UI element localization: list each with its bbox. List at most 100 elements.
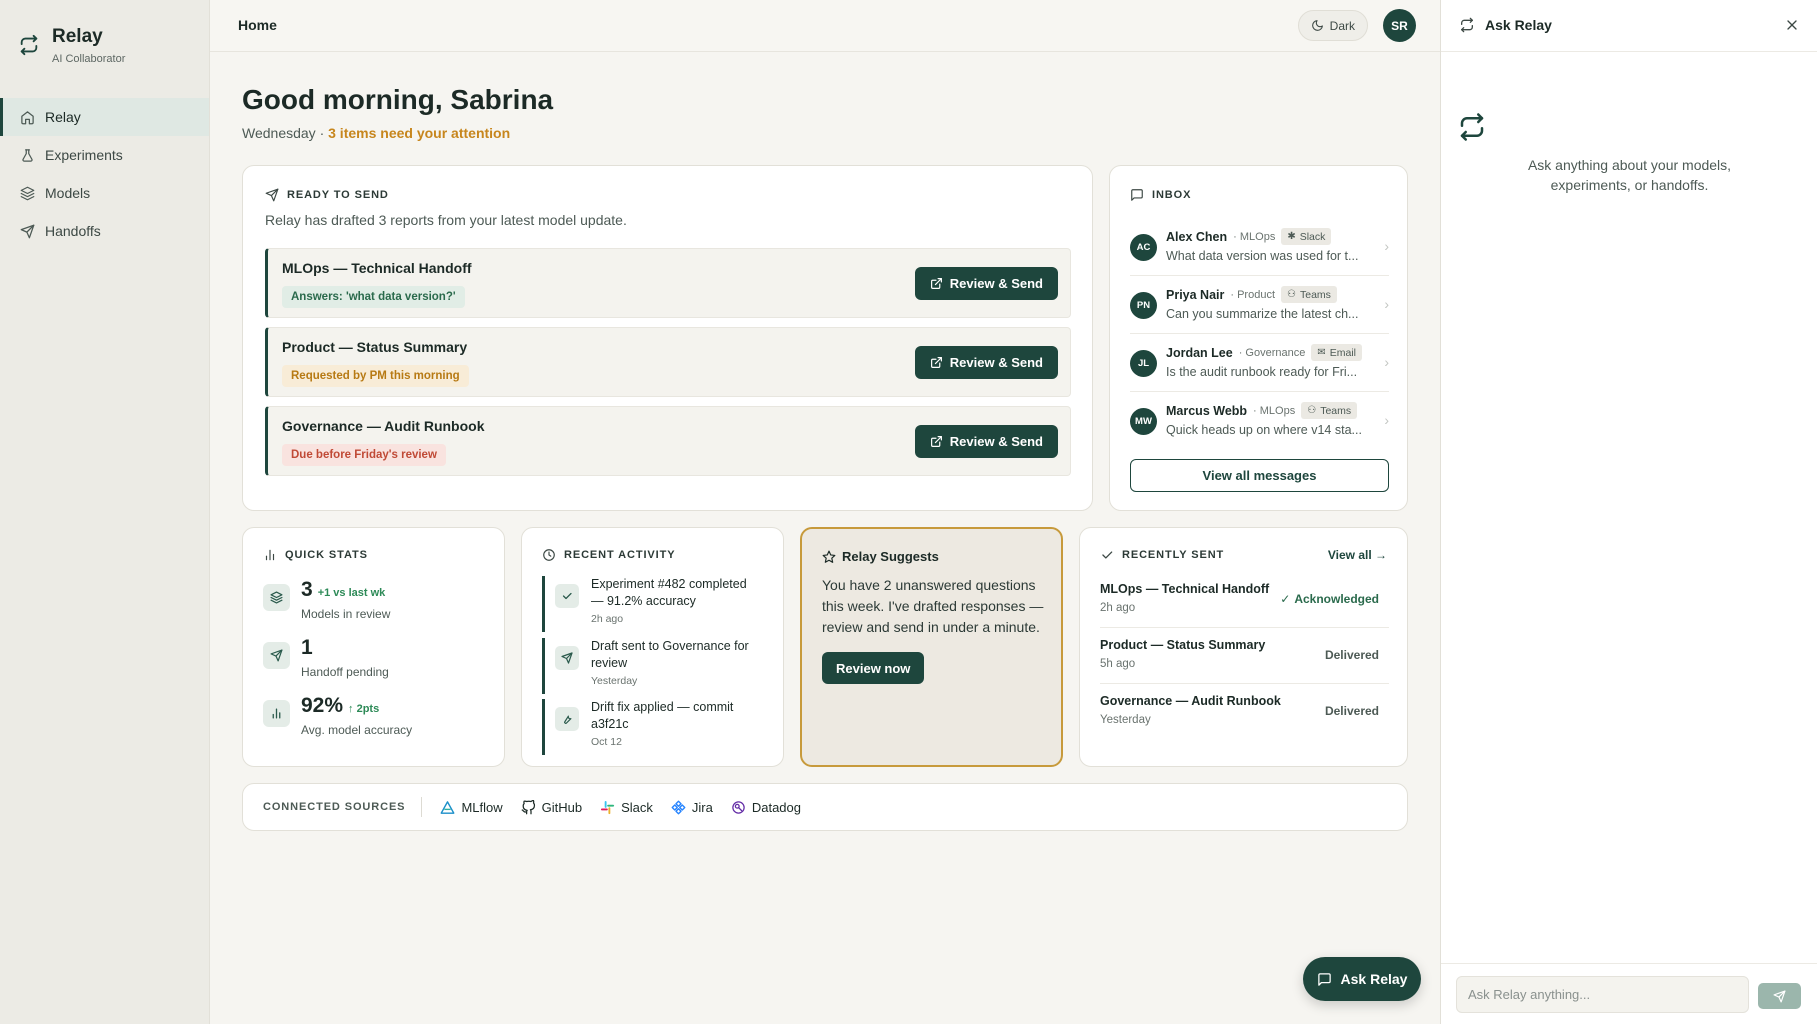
channel-badge: ✱ Slack xyxy=(1281,228,1332,245)
home-icon xyxy=(21,110,34,124)
activity-time: Oct 12 xyxy=(591,736,622,748)
check-icon xyxy=(555,584,579,608)
user-avatar[interactable]: SR xyxy=(1383,9,1416,42)
source-jira[interactable]: Jira xyxy=(671,800,713,815)
sidebar-nav: Relay Experiments Models Handoffs xyxy=(0,98,209,250)
theme-toggle-button[interactable]: Dark xyxy=(1297,10,1368,41)
send-button[interactable] xyxy=(1758,983,1801,1009)
view-all-messages-button[interactable]: View all messages xyxy=(1130,459,1389,492)
sender-avatar: JL xyxy=(1130,350,1157,377)
source-label: Jira xyxy=(691,799,713,815)
person-icon: ⚇ xyxy=(1287,289,1296,300)
external-link-icon xyxy=(930,357,942,368)
relay-logo-icon xyxy=(1461,17,1473,33)
source-datadog[interactable]: Datadog xyxy=(731,800,801,815)
bar-chart-icon xyxy=(263,700,290,727)
stat-item: 92% ↑ 2pts Avg. model accuracy xyxy=(263,694,483,744)
sidebar-item-models[interactable]: Models xyxy=(0,174,209,212)
stat-value: 1 xyxy=(301,636,313,659)
message-preview: What data version was used for t... xyxy=(1166,249,1359,263)
source-label: GitHub xyxy=(541,799,583,815)
sent-item[interactable]: Product — Status Summary 5h ago Delivere… xyxy=(1100,628,1389,684)
card-description: Relay has drafted 3 reports from your la… xyxy=(265,212,627,228)
review-send-button[interactable]: Review & Send xyxy=(914,267,1058,300)
review-send-button[interactable]: Review & Send xyxy=(914,346,1058,379)
channel-label: Teams xyxy=(1320,404,1352,417)
sidebar-item-handoffs[interactable]: Handoffs xyxy=(0,212,209,250)
source-slack[interactable]: Slack xyxy=(600,800,653,815)
card-header: READY TO SEND xyxy=(265,188,389,202)
slack-icon xyxy=(601,800,615,814)
sent-title: Governance — Audit Runbook xyxy=(1100,694,1281,708)
brand[interactable]: Relay AI Collaborator xyxy=(0,0,209,88)
stat-value: 3 +1 vs last wk xyxy=(301,578,386,601)
activity-item[interactable]: Drift fix applied — commit a3f21c Oct 12 xyxy=(542,699,762,755)
stat-item: 1 Handoff pending xyxy=(263,636,483,686)
star-icon xyxy=(822,550,836,563)
inbox-message[interactable]: PN Priya Nair · Product ⚇ Teams Can you sum… xyxy=(1130,276,1389,334)
sender-avatar: MW xyxy=(1130,408,1157,435)
sender-avatar: AC xyxy=(1130,234,1157,261)
card-title: INBOX xyxy=(1152,189,1192,201)
channel-badge: ⚇ Teams xyxy=(1301,402,1358,419)
channel-badge: ⚇ Teams xyxy=(1281,286,1337,303)
status-badge: Delivered xyxy=(1324,648,1379,662)
sent-item[interactable]: Governance — Audit Runbook Yesterday Del… xyxy=(1100,684,1389,740)
github-icon xyxy=(521,799,535,814)
attention-link[interactable]: 3 items need your attention xyxy=(328,125,510,141)
message-preview: Quick heads up on where v14 sta... xyxy=(1166,423,1362,437)
chat-composer xyxy=(1441,963,1817,1024)
report-item: Governance — Audit Runbook Due before Fr… xyxy=(265,406,1071,476)
close-icon[interactable] xyxy=(1784,17,1800,33)
stat-delta: ↑ 2pts xyxy=(348,703,380,715)
inbox-message[interactable]: AC Alex Chen · MLOps ✱ Slack What data vers… xyxy=(1130,218,1389,276)
send-icon xyxy=(555,646,579,670)
inbox-message[interactable]: JL Jordan Lee · Governance ✉ Email Is the a… xyxy=(1130,334,1389,392)
report-tag: Requested by PM this morning xyxy=(282,365,469,387)
activity-item[interactable]: Experiment #482 completed — 91.2% accura… xyxy=(542,576,762,632)
report-tag: Answers: 'what data version?' xyxy=(282,286,465,308)
stat-item: 3 +1 vs last wk Models in review xyxy=(263,578,483,628)
button-label: Review & Send xyxy=(949,434,1043,449)
activity-item[interactable]: Draft sent to Governance for review Yest… xyxy=(542,638,762,694)
sidebar-item-label: Experiments xyxy=(45,147,123,163)
chat-icon xyxy=(1317,972,1331,986)
inbox-message[interactable]: MW Marcus Webb · MLOps ⚇ Teams Quick heads … xyxy=(1130,392,1389,450)
report-tag: Due before Friday's review xyxy=(282,444,446,466)
button-label: Review & Send xyxy=(949,276,1043,291)
brand-name: Relay xyxy=(52,26,103,47)
sidebar-item-experiments[interactable]: Experiments xyxy=(0,136,209,174)
panel-title: Ask Relay xyxy=(1485,17,1552,33)
sidebar-item-label: Models xyxy=(45,185,91,201)
source-mlflow[interactable]: MLflow xyxy=(440,800,503,815)
status-badge: Delivered xyxy=(1324,704,1379,718)
layers-icon xyxy=(20,186,35,200)
stat-value: 92% ↑ 2pts xyxy=(301,694,380,717)
sidebar-item-relay[interactable]: Relay xyxy=(0,98,209,136)
status-badge: ✓ Acknowledged xyxy=(1280,592,1379,606)
activity-time: Yesterday xyxy=(591,675,638,687)
source-label: Slack xyxy=(621,799,653,815)
sent-item[interactable]: MLOps — Technical Handoff 2h ago ✓ Acknow… xyxy=(1100,572,1389,628)
card-header: RECENT ACTIVITY xyxy=(542,548,676,562)
relay-logo-icon xyxy=(1460,113,1484,141)
ask-relay-fab[interactable]: Ask Relay xyxy=(1303,957,1421,1001)
report-title: Governance — Audit Runbook xyxy=(282,418,485,434)
card-header: Relay Suggests xyxy=(822,549,939,564)
source-github[interactable]: GitHub xyxy=(521,799,583,815)
review-now-button[interactable]: Review now xyxy=(822,652,925,684)
sender-name: Marcus Webb xyxy=(1166,403,1248,418)
review-send-button[interactable]: Review & Send xyxy=(914,425,1058,458)
send-icon xyxy=(20,224,35,238)
breadcrumb[interactable]: Home xyxy=(238,17,277,33)
view-all-link[interactable]: View all → xyxy=(1328,548,1387,562)
send-icon xyxy=(1773,989,1786,1003)
send-icon xyxy=(263,642,290,669)
stat-delta: +1 vs last wk xyxy=(317,587,386,599)
message-icon xyxy=(1131,189,1143,201)
ask-input[interactable] xyxy=(1456,976,1749,1013)
relay-suggests-card: Relay Suggests You have 2 unanswered que… xyxy=(800,527,1063,767)
sidebar-item-label: Handoffs xyxy=(45,223,101,239)
flask-icon xyxy=(22,148,33,162)
quick-stats-card: QUICK STATS 3 +1 vs last wk Models in rev… xyxy=(242,527,505,767)
